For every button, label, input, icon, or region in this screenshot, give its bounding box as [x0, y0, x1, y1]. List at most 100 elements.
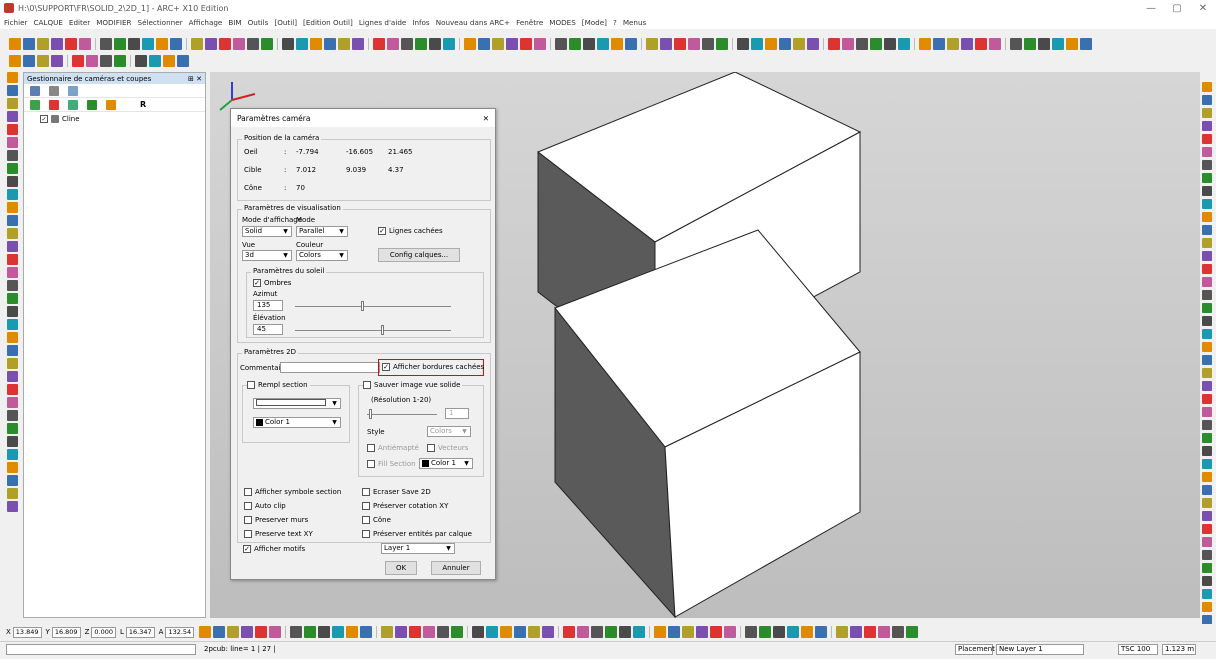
tool-icon[interactable]: [765, 38, 777, 50]
angle-field[interactable]: 132.54: [165, 626, 195, 638]
tool-icon[interactable]: [773, 626, 786, 638]
tool-icon[interactable]: [815, 626, 828, 638]
tool-icon[interactable]: [437, 626, 450, 638]
tool-icon[interactable]: [625, 38, 637, 50]
tool-icon[interactable]: [352, 38, 364, 50]
tool-icon[interactable]: [583, 38, 595, 50]
tool-icon[interactable]: [646, 38, 658, 50]
z-coordinate-field[interactable]: 0.000: [91, 626, 116, 638]
cancel-button[interactable]: Annuler: [431, 561, 481, 575]
tool-icon[interactable]: [346, 626, 359, 638]
tool-icon[interactable]: [177, 55, 189, 67]
tool-icon[interactable]: [332, 626, 345, 638]
tool-icon[interactable]: [1202, 172, 1212, 183]
tool-icon[interactable]: [114, 38, 126, 50]
tool-icon[interactable]: [906, 626, 919, 638]
resolution-slider-track[interactable]: [367, 414, 437, 415]
tool-icon[interactable]: [269, 626, 282, 638]
tool-icon[interactable]: [486, 626, 499, 638]
tool-icon[interactable]: [1202, 289, 1212, 300]
tool-icon[interactable]: [674, 38, 686, 50]
tool-icon[interactable]: [779, 38, 791, 50]
panel-pin-close-icon[interactable]: ⊞ ✕: [188, 75, 202, 83]
azimuth-slider-thumb[interactable]: [361, 301, 364, 311]
tool-icon[interactable]: [514, 626, 527, 638]
tool-icon[interactable]: [597, 38, 609, 50]
tool-icon[interactable]: [751, 38, 763, 50]
shadows-checkbox[interactable]: ✓ Ombres: [253, 279, 291, 287]
tool-icon[interactable]: [682, 626, 695, 638]
tool-icon[interactable]: [989, 38, 1001, 50]
tool-icon[interactable]: [6, 371, 18, 382]
save-image-checkbox[interactable]: Sauver image vue solide: [363, 381, 463, 389]
tool-icon[interactable]: [884, 38, 896, 50]
menu-editer[interactable]: Editer: [69, 18, 90, 27]
tool-icon[interactable]: [807, 38, 819, 50]
tool-icon[interactable]: [870, 38, 882, 50]
tool-icon[interactable]: [1202, 250, 1212, 261]
tool-icon[interactable]: [569, 38, 581, 50]
view-select[interactable]: 3d ▼: [242, 250, 292, 261]
tool-icon[interactable]: [142, 38, 154, 50]
tool-icon[interactable]: [975, 38, 987, 50]
menu-outil[interactable]: [Outil]: [274, 18, 297, 27]
tool-icon[interactable]: [156, 38, 168, 50]
tool-icon[interactable]: [1202, 211, 1212, 222]
tool-icon[interactable]: [387, 38, 399, 50]
color2-select[interactable]: Color 1 ▼: [419, 458, 473, 469]
tool-icon[interactable]: [1202, 107, 1212, 118]
tool-icon[interactable]: [864, 626, 877, 638]
camera-icon[interactable]: [30, 85, 40, 96]
tool-icon[interactable]: [6, 228, 18, 239]
tool-icon[interactable]: [716, 38, 728, 50]
tool-icon[interactable]: [395, 626, 408, 638]
tool-icon[interactable]: [1202, 146, 1212, 157]
tool-icon[interactable]: [555, 38, 567, 50]
style-select[interactable]: Colors ▼: [427, 426, 471, 437]
tool-icon[interactable]: [318, 626, 331, 638]
tool-icon[interactable]: [1202, 575, 1212, 586]
tool-icon[interactable]: [1202, 198, 1212, 209]
tool-icon[interactable]: [961, 38, 973, 50]
copy-icon[interactable]: [68, 85, 78, 96]
menu-modes[interactable]: MODES: [549, 18, 576, 27]
tool-icon[interactable]: [619, 626, 632, 638]
command-input[interactable]: [6, 644, 196, 655]
anti-alias-checkbox[interactable]: Antiémapté: [367, 444, 419, 452]
tool-icon[interactable]: [464, 38, 476, 50]
tool-icon[interactable]: [6, 254, 18, 265]
tool-icon[interactable]: [360, 626, 373, 638]
tool-icon[interactable]: [401, 38, 413, 50]
tsc-field[interactable]: TSC 100: [1118, 644, 1158, 655]
tool-icon[interactable]: [282, 38, 294, 50]
resolution-stepper[interactable]: 1: [445, 408, 469, 419]
play-icon[interactable]: [87, 99, 97, 110]
tool-icon[interactable]: [745, 626, 758, 638]
tool-icon[interactable]: [1202, 458, 1212, 469]
tool-icon[interactable]: [6, 189, 18, 200]
tool-icon[interactable]: [451, 626, 464, 638]
tool-icon[interactable]: [6, 384, 18, 395]
tool-icon[interactable]: [793, 38, 805, 50]
tool-icon[interactable]: [6, 72, 18, 83]
tool-icon[interactable]: [72, 55, 84, 67]
tool-icon[interactable]: [86, 55, 98, 67]
tool-icon[interactable]: [1202, 302, 1212, 313]
ok-button[interactable]: OK: [385, 561, 417, 575]
layer-select[interactable]: Layer 1 ▼: [381, 543, 455, 554]
tool-icon[interactable]: [1202, 614, 1212, 625]
tool-icon[interactable]: [149, 55, 161, 67]
option-preserve-entities-by-layer[interactable]: Préserver entités par calque: [362, 530, 472, 538]
tool-icon[interactable]: [1202, 224, 1212, 235]
tool-icon[interactable]: [135, 55, 147, 67]
tool-icon[interactable]: [850, 626, 863, 638]
menu-fenetre[interactable]: Fenêtre: [516, 18, 543, 27]
tool-icon[interactable]: [6, 280, 18, 291]
tool-icon[interactable]: [9, 38, 21, 50]
tool-icon[interactable]: [114, 55, 126, 67]
tool-icon[interactable]: [409, 626, 422, 638]
tool-icon[interactable]: [1202, 94, 1212, 105]
azimuth-slider-track[interactable]: [295, 306, 451, 307]
hidden-edges-checkbox[interactable]: ✓ Afficher bordures cachées: [382, 363, 484, 371]
tool-icon[interactable]: [6, 306, 18, 317]
